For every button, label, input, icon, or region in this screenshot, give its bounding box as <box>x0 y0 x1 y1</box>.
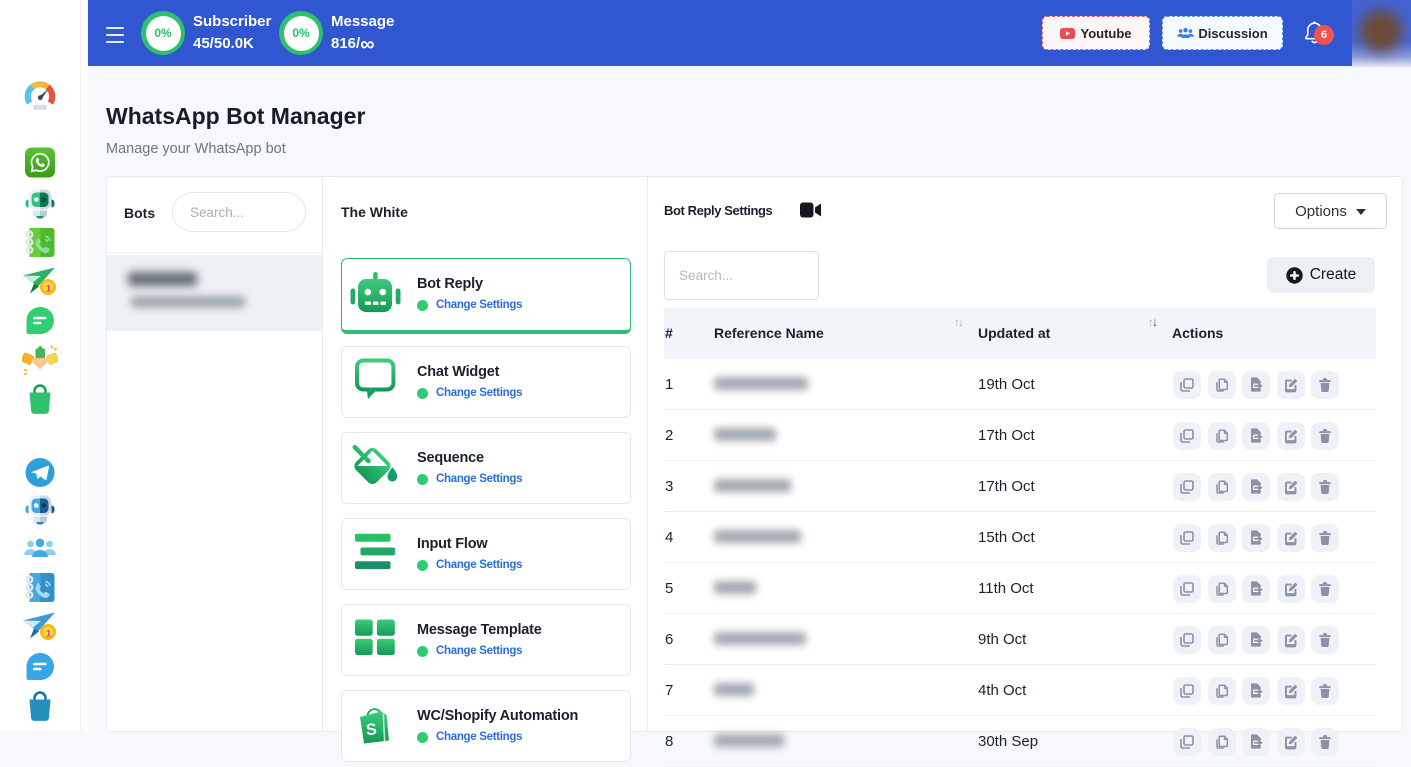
svg-text:1: 1 <box>46 629 52 640</box>
svg-text:S: S <box>365 721 377 739</box>
svg-text:1: 1 <box>46 284 52 295</box>
